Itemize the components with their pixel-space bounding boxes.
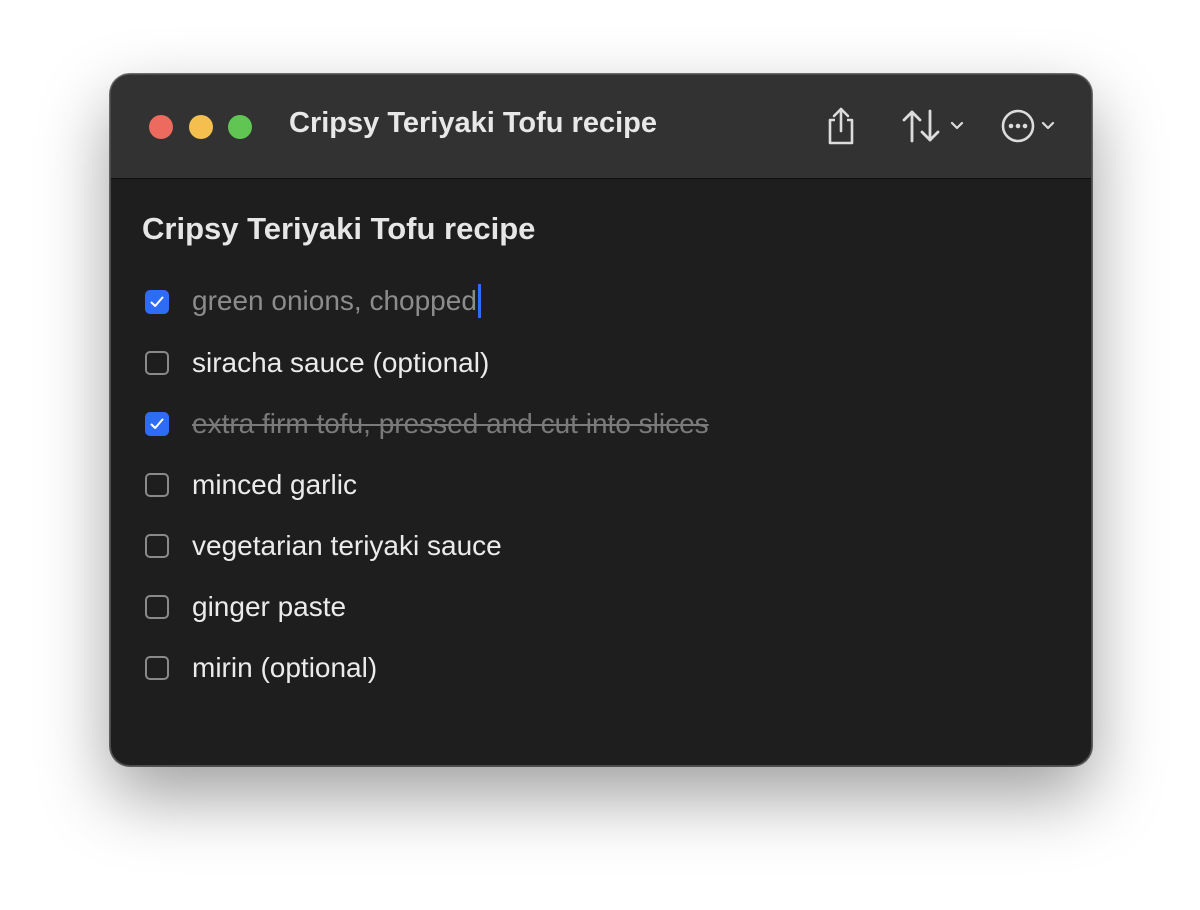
checklist-checkbox[interactable] xyxy=(145,289,169,314)
checklist-item-text[interactable]: extra firm tofu, pressed and cut into sl… xyxy=(192,408,709,440)
checklist-checkbox[interactable] xyxy=(145,655,169,680)
sort-button[interactable] xyxy=(895,103,969,149)
more-options-button[interactable] xyxy=(993,103,1061,149)
checklist-item-text[interactable]: minced garlic xyxy=(192,469,357,501)
checklist-item: mirin (optional) xyxy=(145,637,709,698)
checklist-item: vegetarian teriyaki sauce xyxy=(145,515,709,576)
checklist-item-text[interactable]: ginger paste xyxy=(192,591,346,623)
share-button[interactable] xyxy=(817,103,865,149)
window-title: Cripsy Teriyaki Tofu recipe xyxy=(289,107,657,139)
checklist-item: siracha sauce (optional) xyxy=(145,332,709,393)
note-title[interactable]: Cripsy Teriyaki Tofu recipe xyxy=(142,211,535,247)
checkmark-icon xyxy=(150,296,164,307)
checklist-item: extra firm tofu, pressed and cut into sl… xyxy=(145,393,709,454)
checklist-checkbox[interactable] xyxy=(145,533,169,558)
checklist-checkbox[interactable] xyxy=(145,594,169,619)
share-icon xyxy=(824,106,858,146)
chevron-down-icon xyxy=(950,121,964,131)
title-bar[interactable]: Cripsy Teriyaki Tofu recipe xyxy=(111,75,1091,179)
minimize-window-button[interactable] xyxy=(189,115,213,139)
checklist-checkbox[interactable] xyxy=(145,350,169,375)
checklist-item-text[interactable]: mirin (optional) xyxy=(192,652,377,684)
checklist-checkbox[interactable] xyxy=(145,411,169,436)
notes-window: Cripsy Teriyaki Tofu recipe Cripsy Teriy… xyxy=(110,74,1092,766)
text-cursor xyxy=(477,283,481,318)
checklist: green onions, chopped siracha sauce (opt… xyxy=(145,271,709,698)
checklist-item-text[interactable]: siracha sauce (optional) xyxy=(192,347,489,379)
chevron-down-icon xyxy=(1041,121,1055,131)
checklist-item: minced garlic xyxy=(145,454,709,515)
sort-arrows-icon xyxy=(900,108,944,144)
checkmark-icon xyxy=(150,418,164,429)
note-body[interactable]: Cripsy Teriyaki Tofu recipe green onions… xyxy=(111,179,1091,765)
ellipsis-circle-icon xyxy=(1000,108,1036,144)
checklist-item: ginger paste xyxy=(145,576,709,637)
checklist-item: green onions, chopped xyxy=(145,271,709,332)
checklist-checkbox[interactable] xyxy=(145,472,169,497)
checklist-item-text[interactable]: vegetarian teriyaki sauce xyxy=(192,530,502,562)
close-window-button[interactable] xyxy=(149,115,173,139)
zoom-window-button[interactable] xyxy=(228,115,252,139)
checklist-item-text[interactable]: green onions, chopped xyxy=(192,283,481,318)
